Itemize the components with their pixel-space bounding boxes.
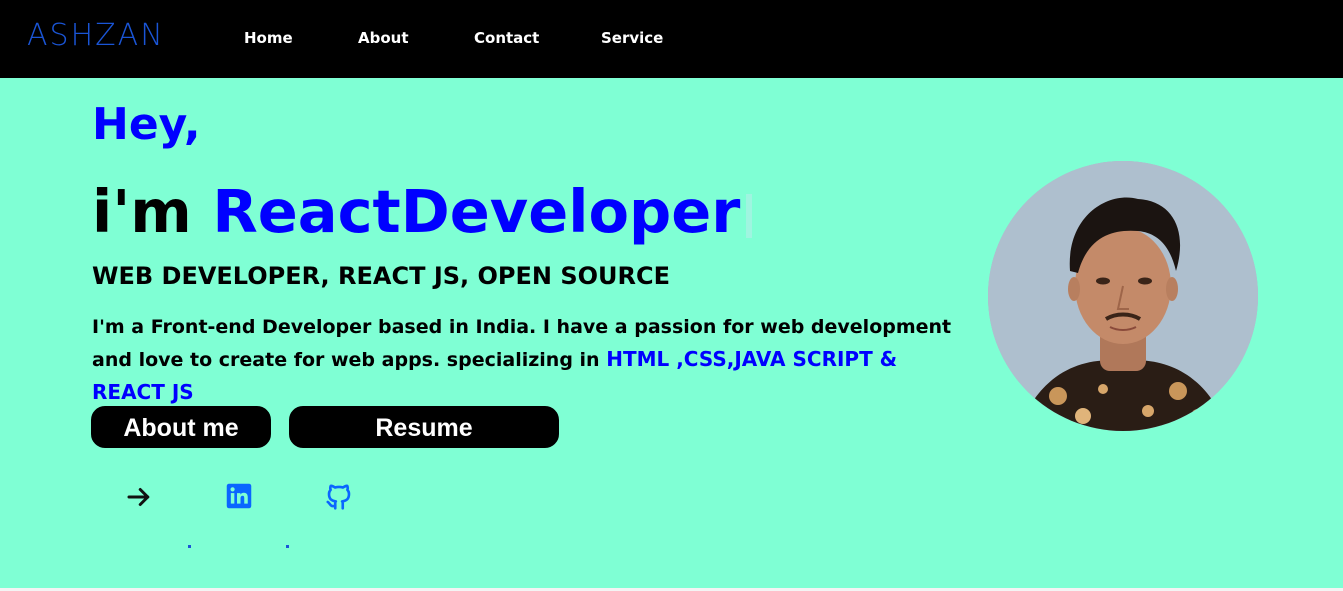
- nav-about-link[interactable]: About: [358, 29, 409, 47]
- navbar: ASHZAN Home About Contact Service: [0, 0, 1343, 78]
- headline: i'm ReactDeveloper: [92, 176, 753, 248]
- github-icon[interactable]: [324, 482, 354, 512]
- typing-cursor: [746, 193, 753, 238]
- resume-button[interactable]: Resume: [289, 406, 559, 448]
- nav-home-link[interactable]: Home: [244, 29, 293, 47]
- nav-service-link[interactable]: Service: [601, 29, 663, 47]
- bio-text: I'm a Front-end Developer based in India…: [92, 311, 972, 409]
- arrow-right-icon[interactable]: [124, 482, 154, 512]
- indicator-dot: [286, 545, 289, 548]
- subtitle: WEB DEVELOPER, REACT JS, OPEN SOURCE: [92, 262, 670, 290]
- indicator-dot: [188, 545, 191, 548]
- about-me-button[interactable]: About me: [91, 406, 271, 448]
- profile-photo: [988, 161, 1258, 431]
- brand-logo[interactable]: ASHZAN: [27, 18, 165, 53]
- headline-prefix: i'm: [92, 177, 192, 246]
- linkedin-icon[interactable]: [225, 482, 255, 512]
- nav-contact-link[interactable]: Contact: [474, 29, 539, 47]
- greeting: Hey,: [92, 99, 201, 150]
- typed-role: ReactDeveloper: [212, 177, 741, 246]
